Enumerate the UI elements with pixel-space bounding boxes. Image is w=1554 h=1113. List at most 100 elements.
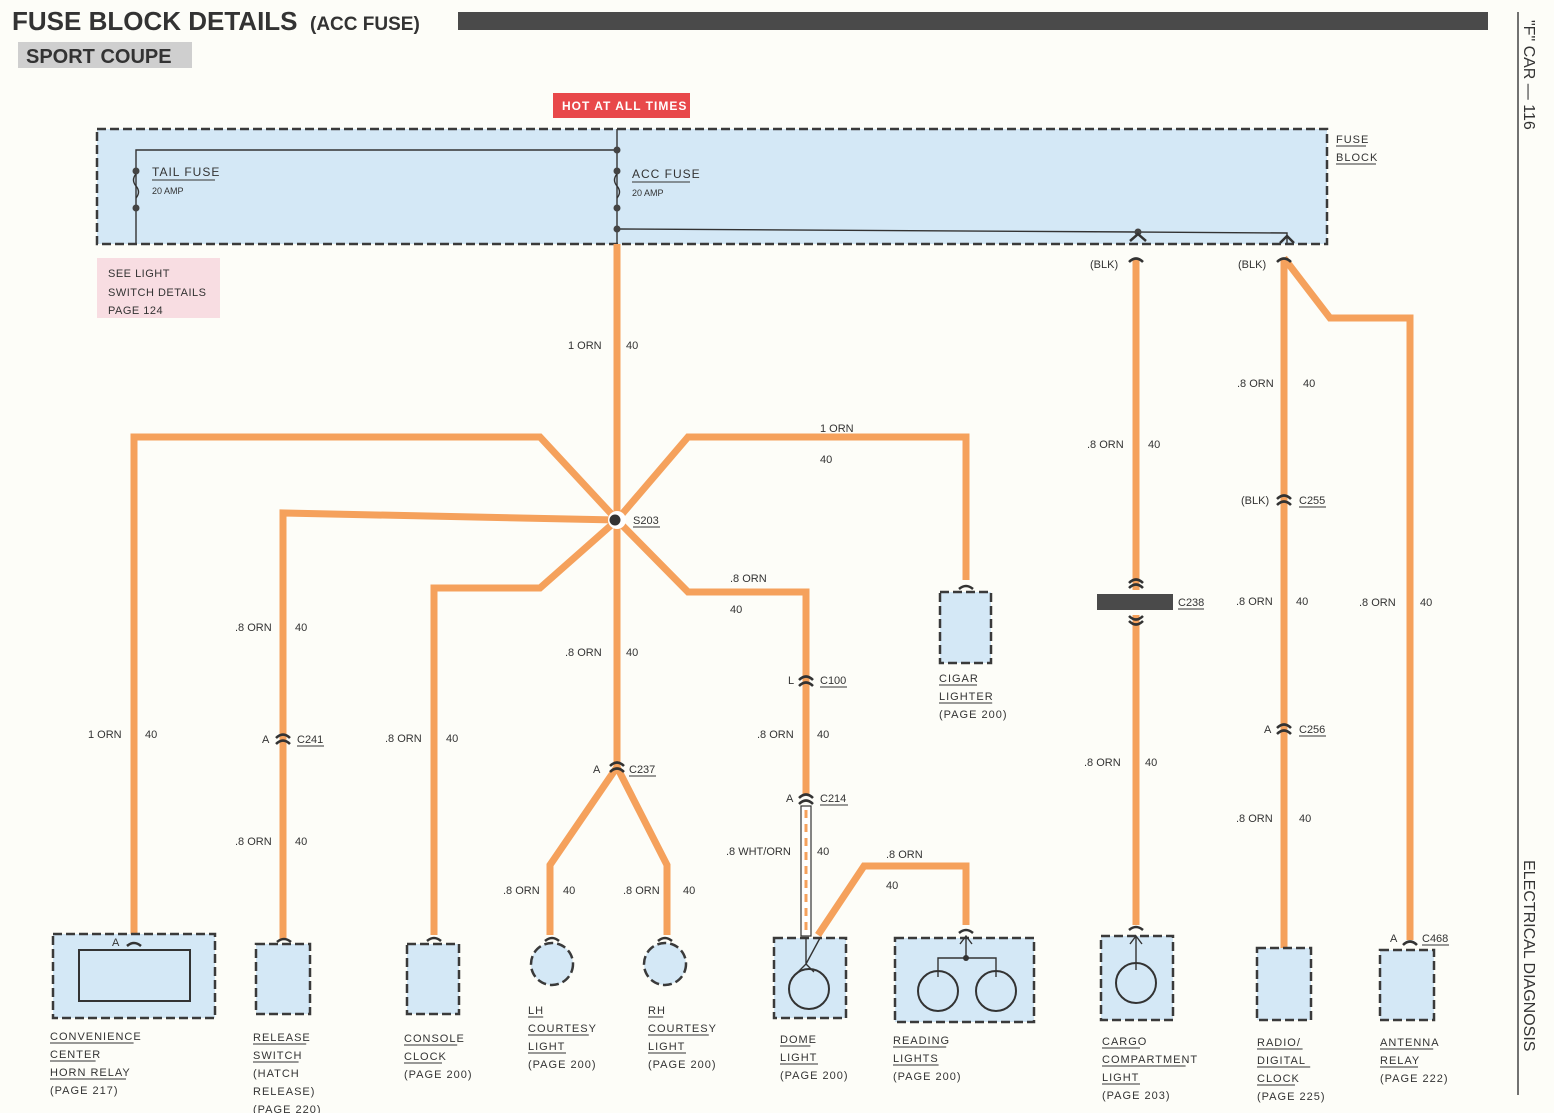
svg-text:40: 40 (1145, 757, 1157, 769)
component-horn-relay[interactable]: A (51, 932, 217, 1020)
component-label-cigar-1: LIGHTER (939, 691, 994, 703)
svg-text:.8 ORN: .8 ORN (1236, 813, 1273, 825)
svg-text:40: 40 (683, 885, 695, 897)
side-title-bottom: ELECTRICAL DIAGNOSIS (1520, 860, 1537, 1051)
svg-text:1 ORN: 1 ORN (820, 423, 854, 435)
c238-label: C238 (1178, 597, 1204, 609)
component-label-dome-page: (PAGE 200) (780, 1070, 849, 1082)
svg-text:.8 ORN: .8 ORN (385, 733, 422, 745)
svg-text:40: 40 (817, 846, 829, 858)
svg-text:.8 WHT/ORN: .8 WHT/ORN (726, 846, 791, 858)
component-label-horn-page: (PAGE 217) (50, 1085, 119, 1097)
component-rh-courtesy-light[interactable] (642, 936, 688, 987)
c241-pin: A (262, 734, 270, 746)
component-label-release-x0: (HATCH (253, 1068, 300, 1080)
component-dome-light[interactable] (772, 936, 848, 1020)
svg-text:.8 ORN: .8 ORN (503, 885, 540, 897)
fuse-conn-right-color: (BLK) (1238, 259, 1266, 271)
svg-text:40: 40 (1303, 378, 1315, 390)
c237-label: C237 (629, 764, 655, 776)
svg-text:40: 40 (1299, 813, 1311, 825)
splice-label: S203 (633, 515, 659, 527)
wire-labels: 1 ORN 40 1 ORN 40 1 ORN 40 .8 ORN 40 .8 ORN 4… (88, 340, 1432, 897)
header-bar (458, 12, 1488, 30)
component-label-radio-page: (PAGE 225) (1257, 1091, 1326, 1103)
svg-text:40: 40 (295, 836, 307, 848)
component-label-cargo-page: (PAGE 203) (1102, 1090, 1171, 1102)
c100-pin: L (788, 675, 794, 687)
fuse-block-label-1: FUSE (1336, 134, 1369, 146)
svg-text:.8 ORN: .8 ORN (1087, 439, 1124, 451)
wire-rh-courtesy (613, 765, 671, 935)
component-console-clock[interactable] (405, 936, 461, 1016)
component-label-antenna-page: (PAGE 222) (1380, 1073, 1449, 1085)
svg-text:.8 ORN: .8 ORN (1236, 596, 1273, 608)
wire-lh-courtesy (546, 765, 620, 935)
component-label-release-1: SWITCH (253, 1050, 302, 1062)
svg-text:.8 ORN: .8 ORN (730, 573, 767, 585)
note-line-1: SEE LIGHT (108, 268, 170, 280)
component-label-lh-0: LH (528, 1005, 544, 1017)
component-label-rh-2: LIGHT (648, 1041, 685, 1053)
component-release-switch[interactable] (254, 937, 312, 1016)
component-radio-digital-clock[interactable] (1255, 946, 1313, 1022)
svg-text:.8 ORN: .8 ORN (235, 836, 272, 848)
tail-fuse-rating: 20 AMP (152, 186, 184, 196)
c256-label: C256 (1299, 724, 1325, 736)
component-label-reading-page: (PAGE 200) (893, 1071, 962, 1083)
component-cigar-lighter[interactable] (938, 584, 993, 665)
c468-pin: A (1390, 933, 1398, 945)
svg-text:.8 ORN: .8 ORN (623, 885, 660, 897)
component-label-rh-0: RH (648, 1005, 666, 1017)
c100-label: C100 (820, 675, 846, 687)
model-label: SPORT COUPE (26, 46, 172, 68)
svg-text:40: 40 (295, 622, 307, 634)
connector-c468-icon (1402, 940, 1418, 946)
component-label-cigar-0: CIGAR (939, 673, 979, 685)
component-label-release-0: RELEASE (253, 1032, 311, 1044)
wiring-diagram: FUSE BLOCK DETAILS (ACC FUSE) SPORT COUP… (12, 6, 1537, 1113)
component-label-console-0: CONSOLE (404, 1033, 465, 1045)
hot-badge-label: HOT AT ALL TIMES (562, 99, 687, 113)
acc-fuse-name: ACC FUSE (632, 167, 701, 181)
component-label-dome-0: DOME (780, 1034, 817, 1046)
c241-label: C241 (297, 734, 323, 746)
wire-cigar-lighter (614, 433, 970, 580)
wire-dome-upper (614, 517, 810, 795)
component-label-lh-1: COURTESY (528, 1023, 597, 1035)
component-lh-courtesy-light[interactable] (529, 936, 575, 987)
component-labels: CONVENIENCE CENTER HORN RELAY (PAGE 217) REL… (50, 673, 1449, 1113)
component-antenna-relay[interactable] (1378, 948, 1436, 1022)
component-label-reading-0: READING (893, 1035, 950, 1047)
svg-text:1 ORN: 1 ORN (88, 729, 122, 741)
fuse-conn-left-color: (BLK) (1090, 259, 1118, 271)
wires (130, 244, 1414, 948)
svg-text:40: 40 (1296, 596, 1308, 608)
c255-color: (BLK) (1241, 495, 1269, 507)
c256-pin: A (1264, 724, 1272, 736)
component-label-cargo-0: CARGO (1102, 1036, 1147, 1048)
component-label-release-page: (PAGE 220) (253, 1104, 322, 1113)
c214-label: C214 (820, 793, 846, 805)
fuse-block (95, 127, 1329, 246)
component-label-radio-2: CLOCK (1257, 1073, 1300, 1085)
note-line-3: PAGE 124 (108, 305, 163, 317)
svg-text:40: 40 (1148, 439, 1160, 451)
side-title-top: "F" CAR — 116 (1520, 20, 1537, 130)
component-cargo-compartment-light[interactable] (1099, 925, 1175, 1022)
svg-text:.8 ORN: .8 ORN (1237, 378, 1274, 390)
svg-text:40: 40 (886, 880, 898, 892)
component-label-dome-1: LIGHT (780, 1052, 817, 1064)
component-label-horn-0: CONVENIENCE (50, 1031, 142, 1043)
svg-text:40: 40 (820, 454, 832, 466)
connector-c214-icon (798, 793, 814, 805)
c255-label: C255 (1299, 495, 1325, 507)
component-label-horn-1: CENTER (50, 1049, 101, 1061)
svg-text:40: 40 (817, 729, 829, 741)
svg-text:.8 ORN: .8 ORN (886, 849, 923, 861)
svg-text:.8 ORN: .8 ORN (757, 729, 794, 741)
component-reading-lights[interactable] (893, 928, 1036, 1024)
svg-text:.8 ORN: .8 ORN (1359, 597, 1396, 609)
svg-text:40: 40 (626, 340, 638, 352)
component-label-radio-1: DIGITAL (1257, 1055, 1306, 1067)
